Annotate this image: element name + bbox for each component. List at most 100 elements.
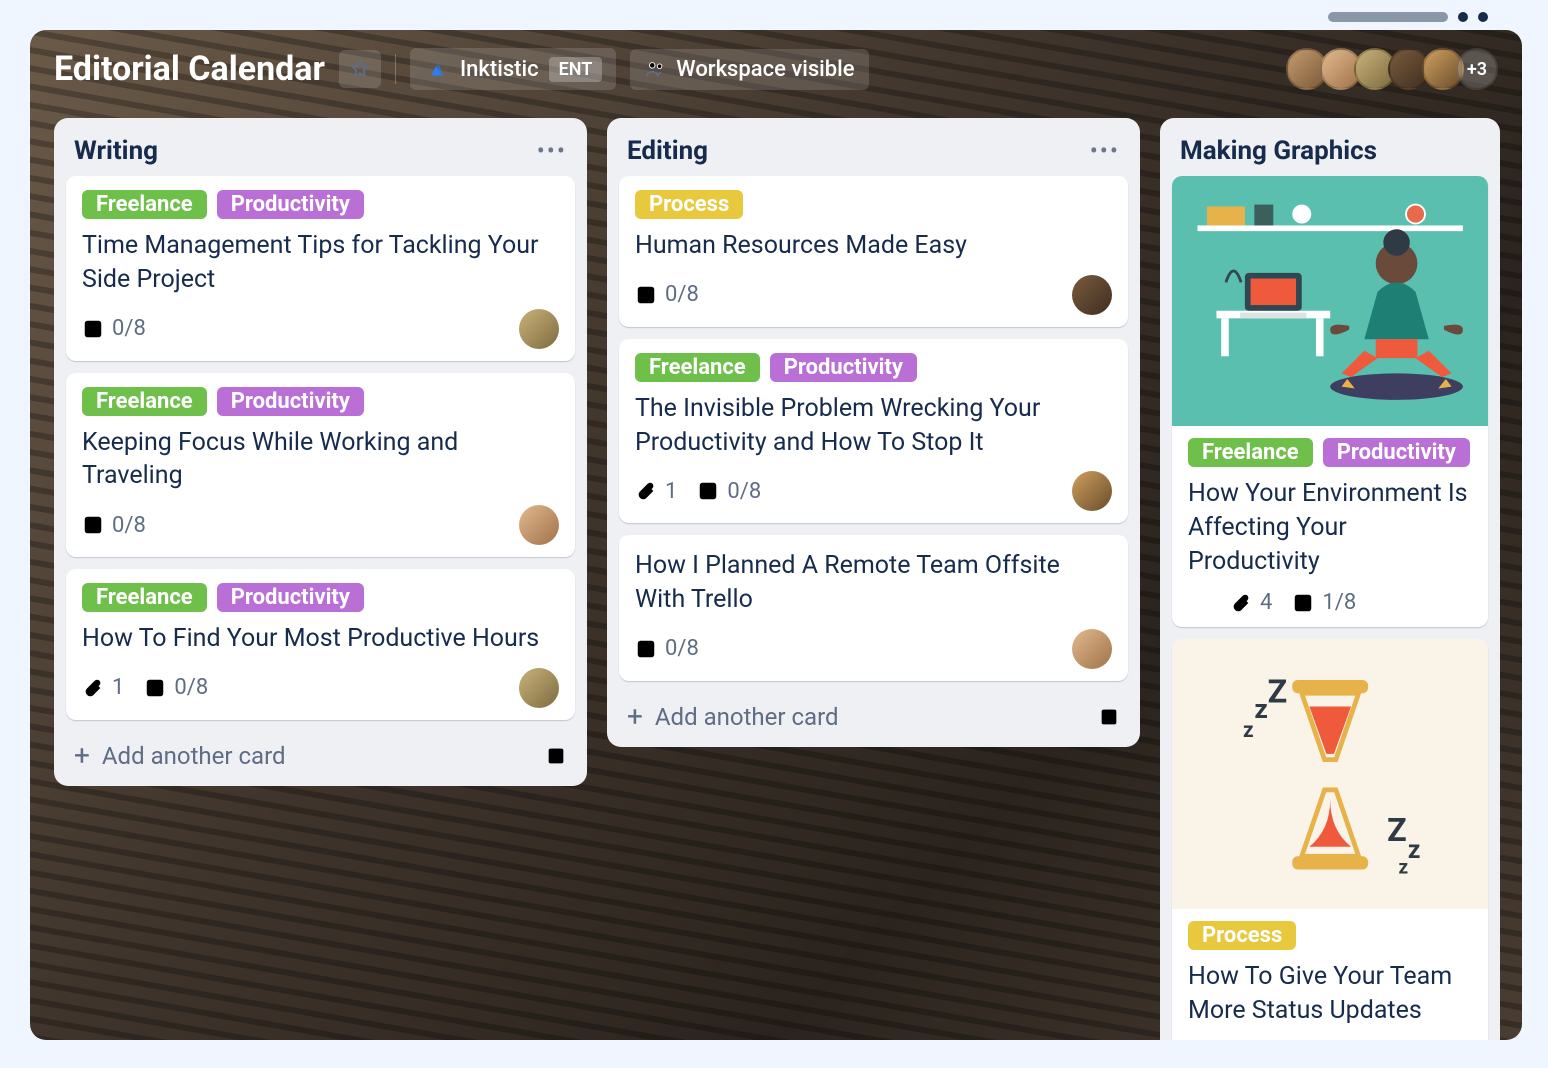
template-icon[interactable] [1098, 706, 1120, 728]
card-member-avatar[interactable] [519, 309, 559, 349]
label-productivity[interactable]: Productivity [217, 583, 364, 612]
list-header: Making Graphics [1172, 130, 1488, 176]
list-menu-button[interactable]: ••• [1090, 137, 1120, 165]
card-title: How To Give Your Team More Status Update… [1188, 960, 1472, 1028]
card-badges: 4 1/8 [1188, 590, 1356, 615]
workspace-button[interactable]: Inktistic ENT [410, 48, 616, 90]
checklist-icon [144, 677, 166, 699]
card-title: Keeping Focus While Working and Travelin… [82, 426, 559, 494]
card-labels: Process [1188, 921, 1472, 950]
svg-text:z: z [1243, 718, 1254, 742]
card-title: How To Find Your Most Productive Hours [82, 622, 559, 656]
label-productivity[interactable]: Productivity [770, 353, 917, 382]
list-title[interactable]: Editing [627, 136, 708, 166]
card-badges: 1 0/8 [635, 479, 761, 504]
label-freelance[interactable]: Freelance [82, 387, 207, 416]
member-overflow[interactable]: +3 [1456, 48, 1498, 90]
attachments-badge: 1 [635, 479, 677, 504]
template-icon[interactable] [545, 745, 567, 767]
people-icon [644, 58, 666, 80]
checklist-icon [82, 318, 104, 340]
label-productivity[interactable]: Productivity [217, 190, 364, 219]
checklist-count: 0/8 [112, 513, 146, 538]
checklist-count: 0/8 [112, 316, 146, 341]
label-freelance[interactable]: Freelance [1188, 438, 1313, 467]
checklist-count: 0/8 [174, 675, 208, 700]
attachments-count: 4 [1260, 590, 1272, 615]
card-footer: 0/8 [82, 309, 559, 349]
board-members[interactable]: +3 [1294, 48, 1498, 90]
card[interactable]: Freelance Productivity Keeping Focus While… [66, 373, 575, 558]
card-badges: 1 0/8 [82, 675, 208, 700]
list-title[interactable]: Writing [74, 136, 158, 166]
board-title[interactable]: Editorial Calendar [54, 49, 325, 89]
label-freelance[interactable]: Freelance [82, 190, 207, 219]
card[interactable]: Freelance Productivity How To Find Your Mo… [66, 569, 575, 720]
add-card-button[interactable]: +Add another card [66, 732, 575, 772]
card-title: The Invisible Problem Wrecking Your Prod… [635, 392, 1112, 460]
label-productivity[interactable]: Productivity [1323, 438, 1470, 467]
card-cover: z z Z Z z z [1172, 639, 1488, 909]
checklist-badge: 0/8 [82, 316, 146, 341]
card-title: Human Resources Made Easy [635, 229, 1112, 263]
card-title: How Your Environment Is Affecting Your P… [1188, 477, 1472, 578]
browser-chrome-decoration [1328, 12, 1488, 22]
checklist-icon [635, 638, 657, 660]
description-icon [1188, 592, 1210, 614]
checklist-count: 0/8 [665, 282, 699, 307]
card-member-avatar[interactable] [519, 668, 559, 708]
checklist-count: 0/8 [727, 479, 761, 504]
card-member-avatar[interactable] [1072, 275, 1112, 315]
checklist-badge: 0/8 [635, 282, 699, 307]
checklist-badge: 0/8 [144, 675, 208, 700]
card[interactable]: Freelance Productivity The Invisible Probl… [619, 339, 1128, 524]
description-badge [1188, 592, 1210, 614]
card-member-avatar[interactable] [519, 505, 559, 545]
label-freelance[interactable]: Freelance [635, 353, 760, 382]
attachments-badge: 4 [1230, 590, 1272, 615]
card-badges: 0/8 [635, 282, 699, 307]
visibility-button[interactable]: Workspace visible [630, 49, 868, 90]
star-button[interactable] [339, 50, 381, 88]
card-labels: Freelance Productivity [635, 353, 1112, 382]
card[interactable]: Process Human Resources Made Easy 0/8 [619, 176, 1128, 327]
checklist-badge: 0/8 [82, 513, 146, 538]
attachments-badge: 1 [82, 675, 124, 700]
lists-container: Writing ••• Freelance Productivity Time Ma… [30, 108, 1522, 1040]
attachment-icon [1230, 592, 1252, 614]
svg-text:z: z [1398, 855, 1408, 878]
list-title[interactable]: Making Graphics [1180, 136, 1377, 166]
checklist-icon [82, 514, 104, 536]
card-cover [1172, 176, 1488, 426]
list-menu-button[interactable]: ••• [537, 137, 567, 165]
svg-text:Z: Z [1387, 811, 1407, 849]
card-member-avatar[interactable] [1072, 471, 1112, 511]
list-header: Writing ••• [66, 130, 575, 176]
card-labels: Freelance Productivity [82, 387, 559, 416]
card-member-avatar[interactable] [1072, 629, 1112, 669]
svg-text:z: z [1408, 836, 1421, 865]
workspace-name: Inktistic [460, 57, 539, 82]
card[interactable]: z z Z Z z z Process How To Give Your Team… [1172, 639, 1488, 1040]
workspace-plan-badge: ENT [549, 57, 603, 82]
card[interactable]: Freelance Productivity Time Management Tip… [66, 176, 575, 361]
label-freelance[interactable]: Freelance [82, 583, 207, 612]
plus-icon: + [627, 703, 643, 731]
list: Writing ••• Freelance Productivity Time Ma… [54, 118, 587, 786]
attachments-count: 1 [112, 675, 124, 700]
add-card-button[interactable]: +Add another card [619, 693, 1128, 733]
label-process[interactable]: Process [635, 190, 743, 219]
separator [395, 54, 396, 84]
card-title: Time Management Tips for Tackling Your S… [82, 229, 559, 297]
label-process[interactable]: Process [1188, 921, 1296, 950]
card-badges: 0/8 [82, 513, 146, 538]
card[interactable]: Freelance Productivity How Your Environmen… [1172, 176, 1488, 627]
checklist-count: 1/8 [1322, 590, 1356, 615]
list: Editing ••• Process Human Resources Made … [607, 118, 1140, 747]
attachment-icon [635, 480, 657, 502]
list: Making Graphics [1160, 118, 1500, 1040]
checklist-icon [635, 284, 657, 306]
card-footer: 1 0/8 [82, 668, 559, 708]
label-productivity[interactable]: Productivity [217, 387, 364, 416]
card[interactable]: How I Planned A Remote Team Offsite With… [619, 535, 1128, 681]
